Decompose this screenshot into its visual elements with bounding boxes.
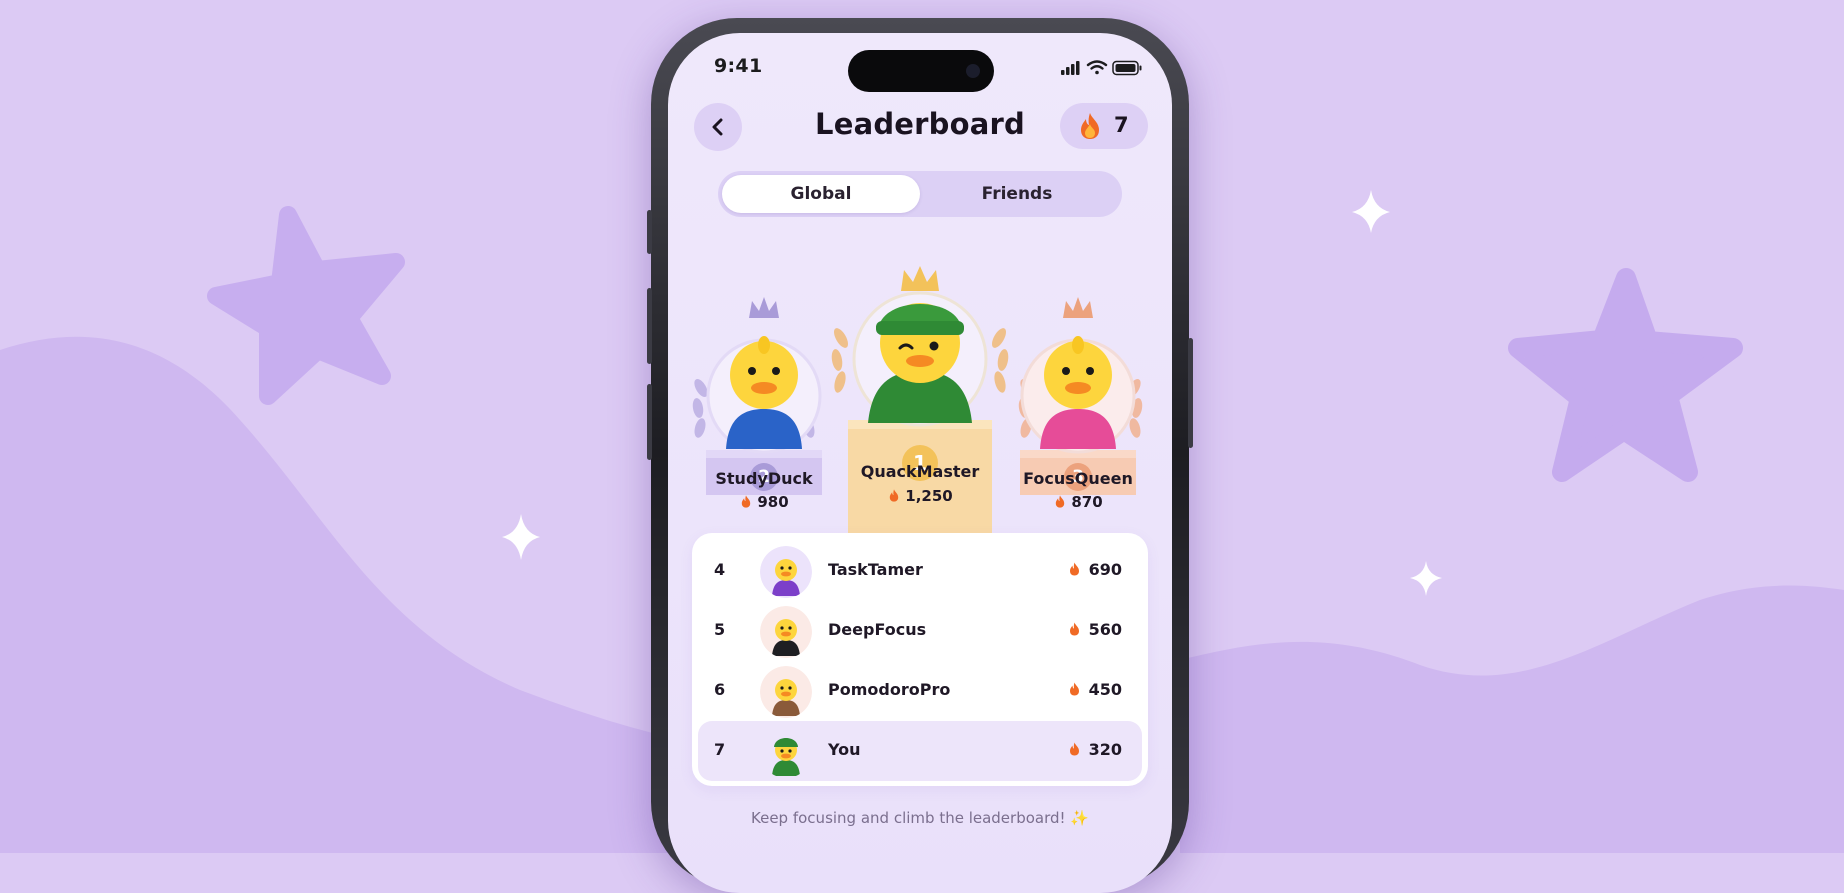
flame-icon [890,489,899,502]
flame-icon [1070,742,1079,756]
avatar [772,738,800,776]
row-rank: 6 [714,680,726,699]
streak-count: 7 [1114,113,1129,137]
row-name: You [828,740,861,759]
dynamic-island [848,50,994,92]
flame-icon [742,495,751,508]
podium-name-third: FocusQueen [1023,469,1133,488]
crown-icon [1063,297,1093,318]
streak-badge[interactable]: 7 [1060,103,1148,149]
status-icons [1061,60,1142,76]
row-rank: 5 [714,620,726,639]
row-rank: 4 [714,560,726,579]
podium-score-first: 1,250 [848,487,992,505]
list-item[interactable]: 6 PomodoroPro 450 [692,661,1148,721]
sparkle-icon [502,514,540,560]
row-score: 690 [1088,560,1122,579]
tab-global[interactable]: Global [722,175,920,213]
podium-score-second: 980 [694,493,834,511]
list-item-current-user[interactable]: 7 You 320 [698,721,1142,781]
tab-bar: Global Friends [718,171,1122,217]
ranking-list: 4 TaskTamer 690 5 DeepFocus 560 6 Pomodo… [692,533,1148,786]
flame-icon [1056,495,1065,508]
phone-side-button [647,384,652,460]
flame-icon [1070,682,1079,696]
row-score: 560 [1088,620,1122,639]
flame-icon [1081,113,1099,139]
sparkle-icon [1410,561,1442,596]
list-item[interactable]: 4 TaskTamer 690 [692,541,1148,601]
phone-side-button [1188,338,1193,448]
flame-icon [1070,622,1079,636]
wifi-icon [1086,60,1108,75]
podium-name-second: StudyDuck [715,469,813,488]
podium-score-value: 1,250 [905,487,953,505]
podium-score-value: 870 [1071,493,1103,511]
row-score: 320 [1088,740,1122,759]
podium-score-third: 870 [1008,493,1148,511]
footer-message: Keep focusing and climb the leaderboard!… [751,809,1089,827]
signal-icon [1061,61,1080,75]
row-name: DeepFocus [828,620,927,639]
avatar [760,606,812,658]
avatar [760,546,812,598]
podium-block-first [848,420,992,547]
star-decoration-icon [207,206,405,405]
row-score: 450 [1088,680,1122,699]
crown-icon [749,297,779,318]
status-time: 9:41 [714,55,763,77]
star-decoration-icon [1508,268,1743,482]
podium-name-first: QuackMaster [860,462,980,481]
row-rank: 7 [714,740,726,759]
phone-side-button [647,210,652,254]
tab-friends[interactable]: Friends [918,175,1116,213]
row-name: PomodoroPro [828,680,951,699]
podium-score-value: 980 [757,493,789,511]
phone-screen: 9:41 Leaderboard 7 Global Friends 2 1 3 … [668,33,1172,893]
row-name: TaskTamer [828,560,923,579]
flame-icon [1070,562,1079,576]
avatar [760,666,812,718]
phone-side-button [647,288,652,364]
list-item[interactable]: 5 DeepFocus 560 [692,601,1148,661]
crown-icon [901,266,939,291]
sparkle-icon [1352,190,1390,233]
battery-icon [1112,60,1142,76]
